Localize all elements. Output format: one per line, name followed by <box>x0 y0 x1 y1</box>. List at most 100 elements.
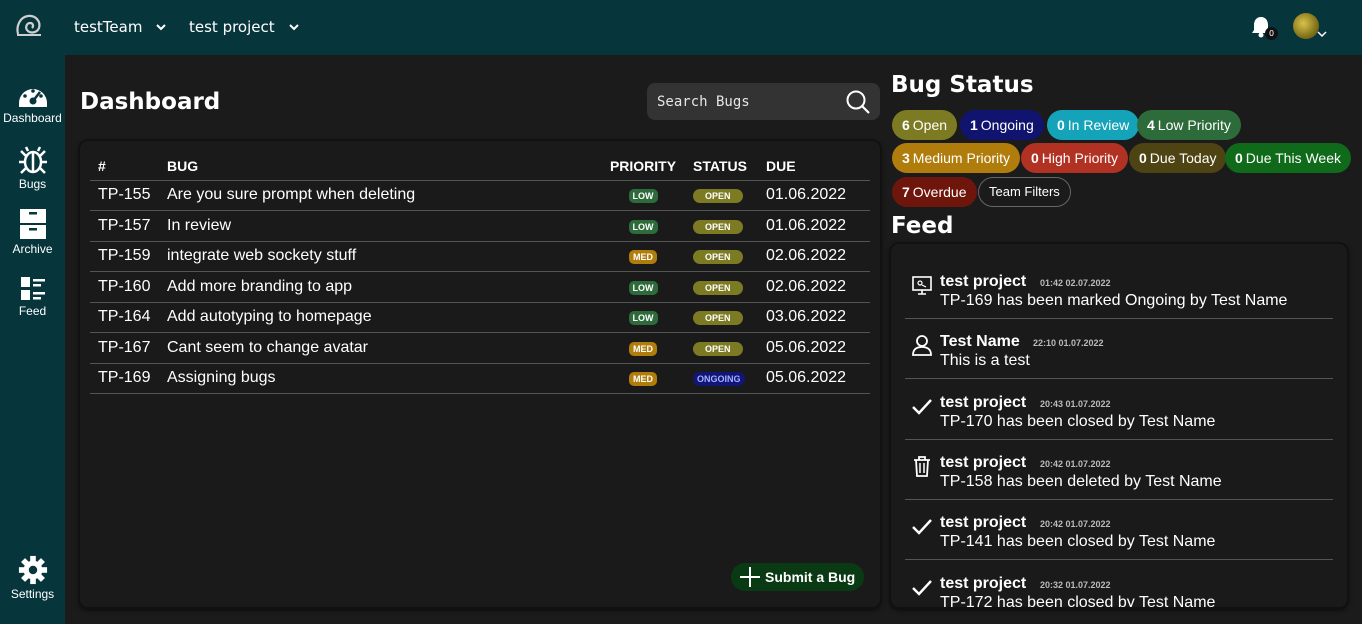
sidebar-item-settings[interactable]: Settings <box>0 555 65 601</box>
feed-item[interactable]: test project 20:32 01.07.2022 TP-172 has… <box>905 561 1333 607</box>
column-header-id[interactable]: # <box>90 153 159 181</box>
badge-count: 0 <box>1031 150 1039 166</box>
table-row[interactable]: TP-160 Add more branding to app LOW OPEN… <box>90 271 870 303</box>
filter-badge-medium-priority[interactable]: 3 Medium Priority <box>892 143 1021 173</box>
table-row[interactable]: TP-159 integrate web sockety stuff MED O… <box>90 241 870 272</box>
bug-id: TP-159 <box>90 241 159 272</box>
badge-count: 0 <box>1139 150 1147 166</box>
badge-label: Ongoing <box>980 117 1034 133</box>
sidebar-item-label: Settings <box>10 587 55 601</box>
page-title: Dashboard <box>80 89 221 115</box>
filter-badge-due-this-week[interactable]: 0 Due This Week <box>1225 143 1351 173</box>
feed-item-title: test project <box>940 575 1027 592</box>
priority-badge: LOW <box>628 311 658 326</box>
status-badge: OPEN <box>693 280 743 295</box>
feed-item[interactable]: test project 20:42 01.07.2022 TP-158 has… <box>905 440 1333 500</box>
search-icon[interactable] <box>845 89 871 115</box>
top-bar: testTeam test project 0 <box>0 0 1362 55</box>
submit-bug-label: Submit a Bug <box>765 569 856 585</box>
column-header-status[interactable]: STATUS <box>685 153 758 181</box>
feed-item-time: 20:32 01.07.2022 <box>1040 580 1111 590</box>
bug-title: Add autotyping to homepage <box>159 302 601 333</box>
badge-count: 0 <box>1057 117 1065 133</box>
team-selector[interactable]: testTeam <box>74 18 167 36</box>
bug-id: TP-157 <box>90 210 159 242</box>
check-icon <box>912 519 932 535</box>
feed-item-title: test project <box>940 273 1027 290</box>
sidebar-item-feed[interactable]: Feed <box>0 276 65 318</box>
sidebar-item-archive[interactable]: Archive <box>0 208 65 256</box>
feed-item-time: 22:10 01.07.2022 <box>1033 338 1104 348</box>
column-header-bug[interactable]: BUG <box>159 153 601 181</box>
priority-badge: MED <box>629 250 657 265</box>
filter-badge-in-review[interactable]: 0 In Review <box>1047 110 1140 140</box>
feed-item-title: Test Name <box>940 333 1020 350</box>
feed-item[interactable]: Test Name 22:10 01.07.2022 This is a tes… <box>905 319 1333 379</box>
feed-item-time: 20:43 01.07.2022 <box>1040 399 1111 409</box>
feed-item-message: TP-172 has been closed by Test Name <box>940 594 1216 607</box>
bug-id: TP-155 <box>90 180 159 211</box>
feed-item[interactable]: test project 20:42 01.07.2022 TP-141 has… <box>905 500 1333 560</box>
due-date: 05.06.2022 <box>758 363 870 394</box>
monitor-icon <box>912 276 932 295</box>
table-row[interactable]: TP-157 In review LOW OPEN 01.06.2022 <box>90 210 870 242</box>
bug-id: TP-164 <box>90 302 159 333</box>
plus-icon <box>740 567 760 587</box>
trash-icon <box>914 456 930 477</box>
table-row[interactable]: TP-164 Add autotyping to homepage LOW OP… <box>90 302 870 333</box>
project-selector[interactable]: test project <box>189 18 299 36</box>
bug-id: TP-167 <box>90 332 159 364</box>
sidebar-item-dashboard[interactable]: Dashboard <box>0 81 65 125</box>
feed-item-message: This is a test <box>940 352 1030 369</box>
chevron-down-icon <box>288 24 299 31</box>
badge-label: High Priority <box>1041 150 1119 166</box>
table-row[interactable]: TP-169 Assigning bugs MED ONGOING 05.06.… <box>90 363 870 394</box>
badge-label: Overdue <box>912 184 967 200</box>
avatar[interactable] <box>1293 13 1319 39</box>
priority-badge: LOW <box>628 219 658 234</box>
filter-badge-open[interactable]: 6 Open <box>892 110 958 140</box>
team-name: testTeam <box>74 18 143 36</box>
sidebar-item-bugs[interactable]: Bugs <box>0 145 65 191</box>
check-icon <box>912 580 932 596</box>
sidebar-item-label: Feed <box>18 304 47 318</box>
table-header-row: # BUG PRIORITY STATUS DUE <box>90 153 870 181</box>
chevron-down-icon[interactable] <box>1317 30 1327 38</box>
status-badge: OPEN <box>693 219 743 234</box>
filter-badge-high-priority[interactable]: 0 High Priority <box>1021 143 1129 173</box>
badge-label: In Review <box>1067 117 1130 133</box>
sidebar-item-label: Archive <box>12 242 53 256</box>
column-header-priority[interactable]: PRIORITY <box>601 153 685 181</box>
badge-count: 3 <box>902 150 910 166</box>
search-input[interactable] <box>657 83 837 120</box>
table-row[interactable]: TP-155 Are you sure prompt when deleting… <box>90 180 870 211</box>
badge-label: Due Today <box>1149 150 1217 166</box>
filter-badge-overdue[interactable]: 7 Overdue <box>892 177 977 207</box>
feed-item[interactable]: test project 01:42 02.07.2022 TP-169 has… <box>905 259 1333 319</box>
column-header-due[interactable]: DUE <box>758 153 870 181</box>
feed-item-time: 01:42 02.07.2022 <box>1040 278 1111 288</box>
status-badge: OPEN <box>693 189 743 204</box>
notification-count: 0 <box>1265 27 1278 40</box>
due-date: 01.06.2022 <box>758 210 870 242</box>
team-filters-button[interactable]: Team Filters <box>978 177 1071 207</box>
due-date: 03.06.2022 <box>758 302 870 333</box>
user-icon <box>912 335 932 356</box>
filter-badge-due-today[interactable]: 0 Due Today <box>1129 143 1227 173</box>
feed-card: test project 01:42 02.07.2022 TP-169 has… <box>891 244 1347 607</box>
due-date: 02.06.2022 <box>758 241 870 272</box>
badge-label: Low Priority <box>1157 117 1231 133</box>
search-box <box>647 83 880 120</box>
due-date: 02.06.2022 <box>758 271 870 303</box>
submit-bug-button[interactable]: Submit a Bug <box>731 563 864 591</box>
filter-badge-ongoing[interactable]: 1 Ongoing <box>960 110 1044 140</box>
snail-logo-icon[interactable] <box>14 12 44 38</box>
table-row[interactable]: TP-167 Cant seem to change avatar MED OP… <box>90 332 870 364</box>
project-name: test project <box>189 18 275 36</box>
badge-count: 6 <box>902 117 910 133</box>
filter-badge-low-priority[interactable]: 4 Low Priority <box>1137 110 1241 140</box>
feed-item[interactable]: test project 20:43 01.07.2022 TP-170 has… <box>905 380 1333 440</box>
dashboard-icon <box>18 89 47 107</box>
priority-badge: MED <box>629 372 657 387</box>
bug-id: TP-160 <box>90 271 159 303</box>
